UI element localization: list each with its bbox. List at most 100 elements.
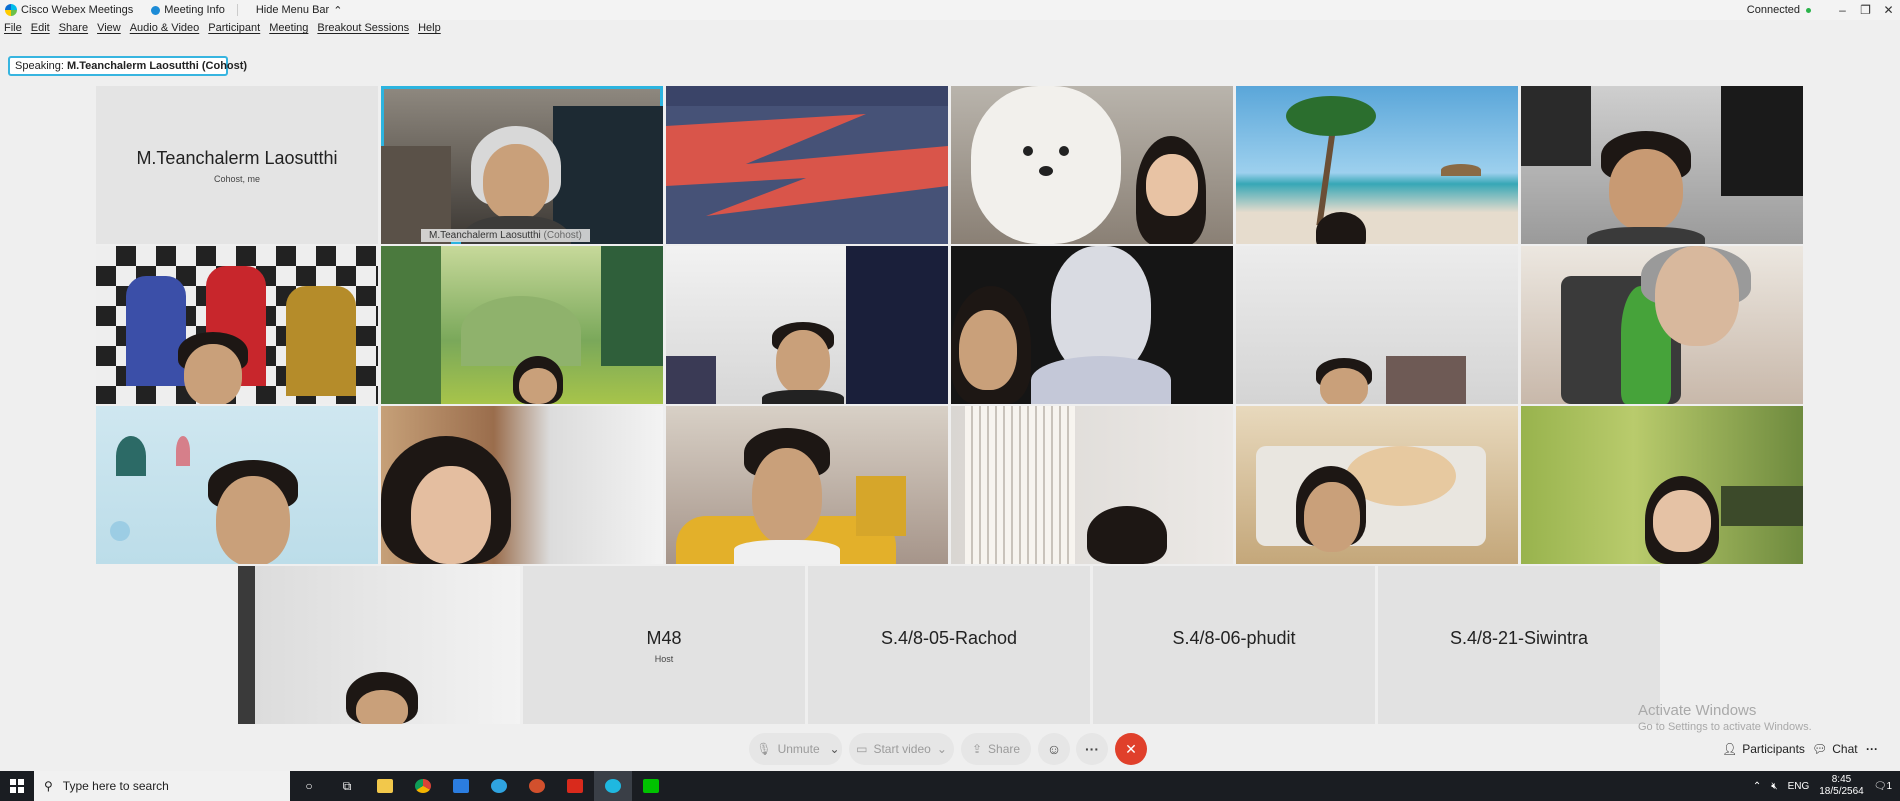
video-tile[interactable]: [951, 406, 1233, 564]
connection-status[interactable]: Connected: [1747, 4, 1811, 16]
mail-icon[interactable]: [442, 771, 480, 801]
participant-tile[interactable]: S.4/8-06-phudit: [1093, 566, 1375, 724]
search-icon: ⚲: [44, 779, 53, 793]
chevron-down-icon: ⌄: [936, 742, 947, 756]
meeting-info-label: Meeting Info: [164, 4, 225, 16]
abstract-background-image: [666, 86, 948, 244]
chrome-icon[interactable]: [404, 771, 442, 801]
system-tray: ⌃ 🔇︎ ENG 8:45 18/5/2564 🗨︎1: [1753, 771, 1900, 801]
line-icon[interactable]: [632, 771, 670, 801]
acrobat-icon[interactable]: [556, 771, 594, 801]
activation-watermark: Activate Windows Go to Settings to activ…: [1638, 702, 1812, 733]
video-tile[interactable]: [666, 246, 948, 404]
participants-button[interactable]: 👤︎ Participants: [1722, 739, 1805, 759]
participant-name: M48: [646, 628, 682, 648]
participant-name: M.Teanchalerm Laosutthi: [136, 148, 338, 168]
cortana-icon[interactable]: ○: [290, 771, 328, 801]
divider: [236, 4, 238, 16]
app-name: Cisco Webex Meetings: [21, 4, 134, 16]
notification-icon[interactable]: 🗨︎1: [1874, 781, 1892, 792]
video-name-tag: M.Teanchalerm Laosutthi (Cohost): [421, 229, 590, 242]
webex-taskbar-icon[interactable]: [594, 771, 632, 801]
language-indicator[interactable]: ENG: [1788, 781, 1810, 792]
video-tile[interactable]: [666, 406, 948, 564]
chat-button[interactable]: 💬︎ Chat: [1812, 739, 1858, 759]
close-window-button[interactable]: ✕: [1877, 3, 1900, 17]
watermark-line-2: Go to Settings to activate Windows.: [1638, 721, 1812, 733]
search-placeholder: Type here to search: [62, 779, 169, 793]
menu-participant[interactable]: Participant: [208, 22, 260, 38]
share-button[interactable]: ⇪ Share: [961, 733, 1031, 765]
title-bar: Cisco Webex Meetings Meeting Info Hide M…: [0, 0, 1900, 20]
edge-icon[interactable]: [480, 771, 518, 801]
chevron-up-icon[interactable]: ⌃: [1753, 781, 1761, 792]
restore-button[interactable]: ❐: [1854, 3, 1877, 17]
speaker-name: M.Teanchalerm Laosutthi (Cohost): [67, 60, 248, 72]
unmute-button[interactable]: 🎙︎ Unmute: [749, 733, 827, 765]
microphone-muted-icon: 🎙︎: [756, 742, 772, 756]
video-tile[interactable]: [1236, 246, 1518, 404]
person-icon: 👤︎: [1722, 742, 1738, 756]
menu-edit[interactable]: Edit: [31, 22, 50, 38]
chevron-down-icon: ⌄: [829, 742, 840, 756]
end-meeting-button[interactable]: ✕: [1115, 733, 1147, 765]
file-explorer-icon[interactable]: [366, 771, 404, 801]
start-video-button[interactable]: ▭ Start video ⌄: [849, 733, 954, 765]
menu-help[interactable]: Help: [418, 22, 441, 38]
connection-status-label: Connected: [1746, 4, 1800, 16]
start-button[interactable]: [0, 771, 34, 801]
chat-label: Chat: [1832, 742, 1858, 756]
more-options-icon: ···: [1085, 741, 1099, 757]
task-view-icon[interactable]: ⧉: [328, 771, 366, 801]
hide-menu-bar-button[interactable]: Hide Menu Bar ⌃: [256, 4, 343, 17]
participant-tile-host[interactable]: M48 Host: [523, 566, 805, 724]
video-tile[interactable]: [238, 566, 520, 724]
menu-share[interactable]: Share: [59, 22, 88, 38]
taskbar-search[interactable]: ⚲ Type here to search: [34, 771, 290, 801]
video-tile[interactable]: [951, 86, 1233, 244]
clock-date: 18/5/2564: [1819, 786, 1864, 797]
menu-view[interactable]: View: [97, 22, 121, 38]
more-options-button[interactable]: ···: [1076, 733, 1108, 765]
participant-tile[interactable]: S.4/8-05-Rachod: [808, 566, 1090, 724]
video-tile[interactable]: [1236, 406, 1518, 564]
video-tile[interactable]: [1521, 406, 1803, 564]
participant-tile-self[interactable]: M.Teanchalerm Laosutthi Cohost, me: [96, 86, 378, 244]
clock[interactable]: 8:45 18/5/2564: [1819, 774, 1864, 798]
share-screen-icon: ⇪: [971, 742, 983, 756]
speaker-muted-icon[interactable]: 🔇︎: [1771, 781, 1777, 792]
menu-audio-video[interactable]: Audio & Video: [130, 22, 200, 38]
participant-tile[interactable]: S.4/8-21-Siwintra: [1378, 566, 1660, 724]
participant-name: S.4/8-21-Siwintra: [1449, 628, 1589, 648]
smiley-icon: ☺: [1046, 741, 1062, 757]
video-tile[interactable]: [1521, 246, 1803, 404]
webex-logo-icon: [5, 4, 17, 16]
audio-options-dropdown[interactable]: ⌄: [827, 733, 842, 765]
reactions-button[interactable]: ☺: [1038, 733, 1070, 765]
panel-overflow-button[interactable]: ···: [1866, 739, 1878, 759]
video-camera-icon: ▭: [856, 742, 868, 756]
meeting-info-button[interactable]: Meeting Info: [151, 4, 225, 16]
menu-meeting[interactable]: Meeting: [269, 22, 308, 38]
video-tile[interactable]: [1521, 86, 1803, 244]
watermark-line-1: Activate Windows: [1638, 702, 1757, 719]
app-title: Cisco Webex Meetings: [0, 4, 133, 16]
menu-breakout-sessions[interactable]: Breakout Sessions: [317, 22, 409, 38]
participant-role: Cohost, me: [213, 174, 261, 184]
video-tile[interactable]: [1236, 86, 1518, 244]
windows-taskbar: ⚲ Type here to search ○ ⧉ ⌃ 🔇︎ ENG 8:45 …: [0, 771, 1900, 801]
menu-file[interactable]: File: [4, 22, 22, 38]
video-tile[interactable]: [96, 246, 378, 404]
video-tile[interactable]: [381, 246, 663, 404]
chat-bubble-icon: 💬︎: [1812, 742, 1828, 756]
connected-indicator-icon: [1806, 7, 1811, 13]
video-tile[interactable]: [666, 86, 948, 244]
video-tile[interactable]: [96, 406, 378, 564]
minimize-button[interactable]: –: [1831, 3, 1854, 17]
video-tile[interactable]: [951, 246, 1233, 404]
windows-logo-icon: [10, 779, 24, 793]
participant-role: Host: [654, 654, 674, 664]
video-tile[interactable]: [381, 406, 663, 564]
video-tile-active-speaker[interactable]: M.Teanchalerm Laosutthi (Cohost): [381, 86, 663, 244]
powerpoint-icon[interactable]: [518, 771, 556, 801]
